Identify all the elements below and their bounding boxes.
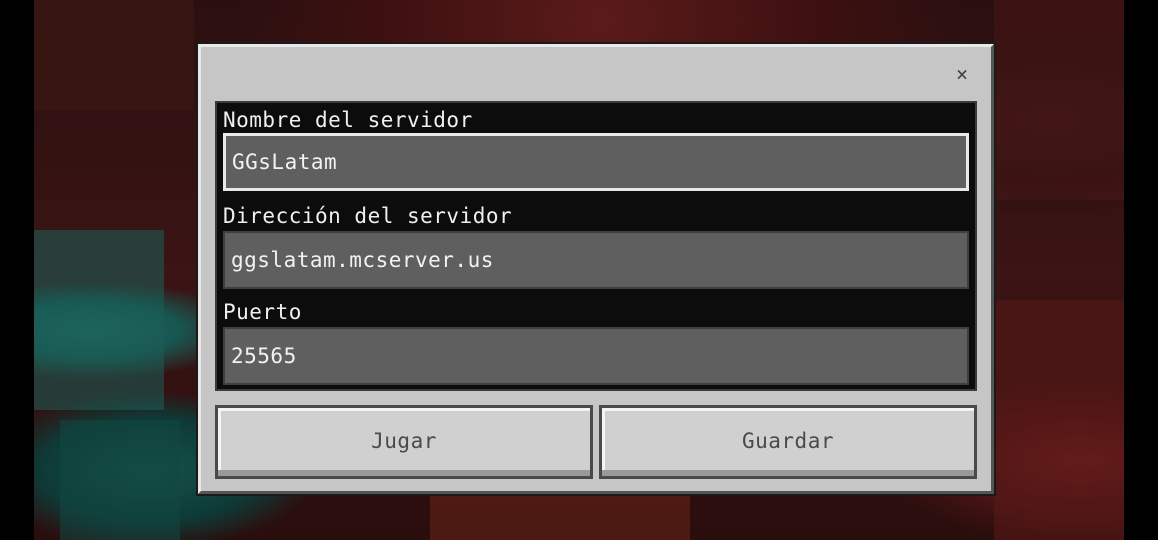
background-block bbox=[430, 494, 690, 540]
save-button[interactable]: Guardar bbox=[599, 405, 977, 479]
background-block bbox=[34, 0, 194, 110]
edit-server-dialog: × Nombre del servidor GGsLatam Dirección… bbox=[198, 44, 994, 494]
port-label: Puerto bbox=[223, 300, 302, 324]
server-address-label: Dirección del servidor bbox=[223, 204, 513, 228]
background-block bbox=[34, 230, 164, 410]
close-icon[interactable]: × bbox=[951, 63, 973, 85]
game-background: × Nombre del servidor GGsLatam Dirección… bbox=[0, 0, 1158, 540]
server-name-input[interactable]: GGsLatam bbox=[223, 133, 969, 191]
server-name-label: Nombre del servidor bbox=[223, 108, 473, 132]
play-button[interactable]: Jugar bbox=[215, 405, 593, 479]
background-block bbox=[994, 300, 1124, 540]
background-block bbox=[994, 0, 1124, 200]
port-input[interactable]: 25565 bbox=[223, 327, 969, 385]
server-form: Nombre del servidor GGsLatam Dirección d… bbox=[215, 101, 977, 391]
server-address-input[interactable]: ggslatam.mcserver.us bbox=[223, 231, 969, 289]
background-block bbox=[60, 420, 180, 540]
